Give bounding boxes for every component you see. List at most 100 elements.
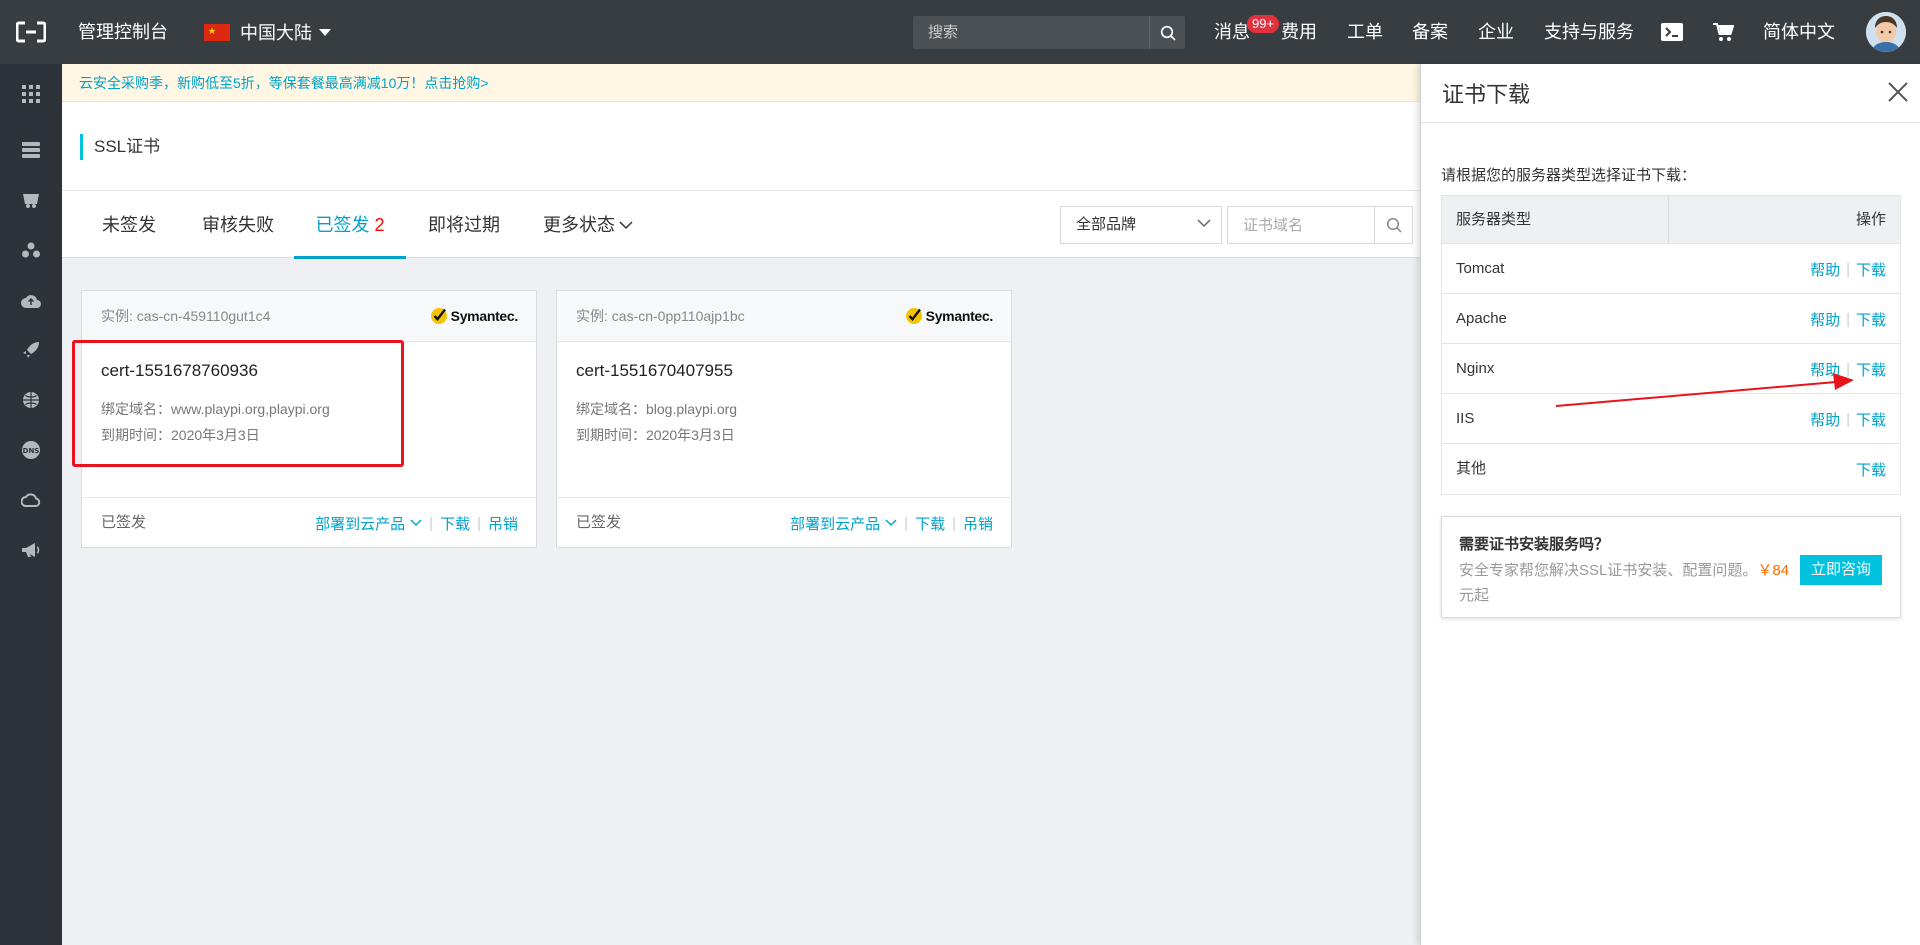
col-ops: 操作 — [1855, 211, 1886, 228]
nav-tickets[interactable]: 工单 — [1347, 0, 1383, 64]
download-link[interactable]: 下载 — [1856, 309, 1886, 330]
nav-support[interactable]: 支持与服务 — [1544, 0, 1634, 64]
tab-unissued[interactable]: 未签发 — [102, 191, 156, 259]
cert-name: cert-1551670407955 — [576, 361, 733, 380]
server-name: Nginx — [1456, 360, 1495, 377]
server-icon[interactable] — [0, 125, 62, 175]
service-price: ￥84 — [1757, 562, 1790, 579]
domain-search — [1227, 206, 1413, 244]
server-name: Apache — [1456, 310, 1507, 327]
download-hint: 请根据您的服务器类型选择证书下载： — [1441, 167, 1697, 184]
divider — [1421, 122, 1920, 123]
revoke-button[interactable]: 吊销 — [488, 513, 518, 534]
caret-down-icon — [319, 28, 331, 36]
avatar[interactable] — [1866, 12, 1906, 52]
page-title: SSL证书 — [94, 137, 161, 156]
rocket-icon[interactable] — [0, 325, 62, 375]
database-icon[interactable] — [0, 175, 62, 225]
service-question: 需要证书安装服务吗？ — [1459, 536, 1610, 553]
cloud-upload-icon[interactable] — [0, 275, 62, 325]
status-label: 已签发 — [576, 514, 622, 531]
symantec-check-icon — [905, 308, 922, 324]
search-icon[interactable] — [1374, 207, 1412, 243]
dns-icon[interactable]: DNS — [0, 425, 62, 475]
network-icon[interactable] — [0, 225, 62, 275]
card-header: 实例: cas-cn-0pp110ajp1bc Symantec. — [557, 291, 1011, 342]
revoke-button[interactable]: 吊销 — [963, 513, 993, 534]
cart-icon[interactable] — [1707, 16, 1739, 48]
title-accent-bar — [80, 134, 83, 160]
nav-language[interactable]: 简体中文 — [1763, 0, 1835, 64]
download-link[interactable]: 下载 — [1856, 259, 1886, 280]
download-button[interactable]: 下载 — [440, 513, 470, 534]
col-server-type: 服务器类型 — [1456, 211, 1532, 228]
download-link[interactable]: 下载 — [1856, 459, 1886, 480]
help-link[interactable]: 帮助 — [1810, 309, 1840, 330]
close-icon[interactable] — [1884, 78, 1912, 106]
server-name: 其他 — [1456, 460, 1487, 477]
deploy-button[interactable]: 部署到云产品 — [790, 513, 897, 534]
chevron-down-icon — [1197, 219, 1211, 228]
table-row: Nginx 帮助 | 下载 — [1442, 344, 1900, 394]
symantec-logo: Symantec. — [430, 307, 518, 325]
cert-name: cert-1551678760936 — [101, 361, 258, 380]
svg-text:DNS: DNS — [23, 447, 40, 455]
terminal-icon[interactable] — [1656, 16, 1688, 48]
nav-billing[interactable]: 费用 — [1281, 0, 1317, 64]
help-link[interactable]: 帮助 — [1810, 259, 1840, 280]
drawer-title: 证书下载 — [1442, 82, 1531, 107]
sidebar: DNS — [0, 64, 62, 945]
card-header: 实例: cas-cn-459110gut1c4 Symantec. — [82, 291, 536, 342]
bound-domain: 绑定域名：blog.playpi.org — [576, 401, 738, 417]
nav-enterprise[interactable]: 企业 — [1478, 0, 1514, 64]
download-link[interactable]: 下载 — [1856, 409, 1886, 430]
service-desc: 安全专家帮您解决SSL证书安装、配置问题。￥84 — [1459, 562, 1790, 579]
nav-messages[interactable]: 消息 — [1214, 0, 1250, 64]
global-search-input[interactable] — [913, 16, 1149, 49]
expiry-date: 到期时间：2020年3月3日 — [101, 427, 260, 443]
help-link[interactable]: 帮助 — [1810, 359, 1840, 380]
region-label: 中国大陆 — [240, 23, 312, 43]
megaphone-icon[interactable] — [0, 525, 62, 575]
card-footer: 已签发 部署到云产品 | 下载 | 吊销 — [82, 497, 536, 547]
nav-icp[interactable]: 备案 — [1412, 0, 1448, 64]
cloud-console-logo-icon[interactable] — [0, 0, 62, 64]
download-link[interactable]: 下载 — [1856, 359, 1886, 380]
globe-icon[interactable] — [0, 375, 62, 425]
chevron-down-icon — [619, 220, 633, 229]
server-name: IIS — [1456, 410, 1475, 427]
tab-issued[interactable]: 已签发 2 — [294, 191, 406, 259]
cloud-icon[interactable] — [0, 475, 62, 525]
console-title[interactable]: 管理控制台 — [78, 0, 168, 64]
symantec-check-icon — [430, 308, 447, 324]
help-link[interactable]: 帮助 — [1810, 409, 1840, 430]
search-icon[interactable] — [1149, 16, 1185, 49]
download-button[interactable]: 下载 — [915, 513, 945, 534]
table-row: IIS 帮助 | 下载 — [1442, 394, 1900, 444]
chevron-down-icon — [885, 519, 897, 526]
tab-more-status[interactable]: 更多状态 — [543, 191, 633, 259]
table-row: 其他 下载 — [1442, 444, 1900, 494]
promo-banner: 云安全采购季，新购低至5折，等保套餐最高满减10万！点击抢购> — [62, 64, 1420, 102]
cert-card: 实例: cas-cn-0pp110ajp1bc Symantec. cert-1… — [556, 290, 1012, 548]
symantec-logo: Symantec. — [905, 307, 993, 325]
region-selector[interactable]: ★ 中国大陆 — [204, 0, 331, 64]
install-service-box: 需要证书安装服务吗？ 安全专家帮您解决SSL证书安装、配置问题。￥84 元起 立… — [1441, 516, 1901, 618]
status-tabs: 未签发 审核失败 已签发 2 即将过期 更多状态 全部品牌 — [62, 190, 1420, 259]
messages-badge: 99+ — [1247, 15, 1280, 33]
tab-expiring[interactable]: 即将过期 — [428, 191, 500, 259]
card-actions: 部署到云产品 | 下载 | 吊销 — [790, 513, 993, 534]
expiry-date: 到期时间：2020年3月3日 — [576, 427, 735, 443]
consult-button[interactable]: 立即咨询 — [1800, 555, 1882, 585]
domain-search-input[interactable] — [1228, 207, 1375, 243]
promo-link[interactable]: 云安全采购季，新购低至5折，等保套餐最高满减10万！点击抢购> — [79, 64, 489, 102]
instance-id: 实例: cas-cn-0pp110ajp1bc — [576, 308, 745, 324]
server-name: Tomcat — [1456, 260, 1505, 277]
cert-download-drawer: 证书下载 请根据您的服务器类型选择证书下载： 服务器类型 操作 Tomcat 帮… — [1420, 64, 1920, 945]
tab-review-failed[interactable]: 审核失败 — [202, 191, 274, 259]
status-label: 已签发 — [101, 514, 147, 531]
brand-select[interactable]: 全部品牌 — [1060, 206, 1222, 244]
grid-icon[interactable] — [0, 69, 62, 119]
issued-count: 2 — [374, 215, 385, 235]
deploy-button[interactable]: 部署到云产品 — [315, 513, 422, 534]
